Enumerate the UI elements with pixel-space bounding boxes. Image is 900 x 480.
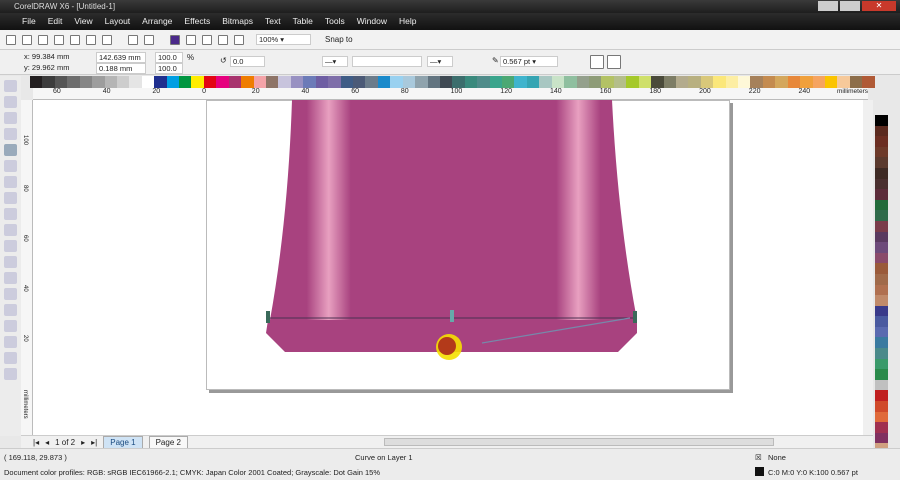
- page-navigator: |◂ ◂ 1 of 2 ▸ ▸| Page 1 Page 2: [21, 435, 873, 449]
- node-handle-mid[interactable]: [450, 310, 454, 322]
- color-swatch[interactable]: [875, 220, 888, 232]
- vertical-color-palette[interactable]: [873, 115, 900, 454]
- color-profiles[interactable]: Document color profiles: RGB: sRGB IEC61…: [4, 468, 380, 477]
- color-swatch[interactable]: [875, 358, 888, 370]
- color-swatch[interactable]: [875, 316, 888, 327]
- color-swatch[interactable]: [875, 379, 888, 391]
- color-swatch[interactable]: [875, 273, 888, 285]
- cursor-coordinates: ( 169.118, 29.873 ): [4, 453, 67, 462]
- color-swatch[interactable]: [875, 210, 888, 221]
- color-swatch[interactable]: [875, 390, 888, 402]
- color-swatch[interactable]: [875, 369, 888, 380]
- shape-layer: [266, 100, 637, 360]
- color-swatch[interactable]: [875, 305, 888, 317]
- outline-color-swatch: [755, 467, 764, 476]
- color-swatch[interactable]: [875, 146, 888, 158]
- color-swatch[interactable]: [875, 326, 888, 338]
- color-swatch[interactable]: [875, 432, 888, 444]
- color-swatch[interactable]: [875, 284, 888, 296]
- node-handle-right[interactable]: [633, 311, 637, 323]
- color-swatch[interactable]: [875, 422, 888, 433]
- color-swatch[interactable]: [875, 295, 888, 306]
- color-swatch[interactable]: [875, 242, 888, 253]
- color-swatch[interactable]: [875, 136, 888, 147]
- fill-status[interactable]: None: [768, 453, 786, 462]
- color-swatch[interactable]: [875, 252, 888, 264]
- color-swatch[interactable]: [875, 189, 888, 200]
- vertical-scrollbar[interactable]: [863, 100, 873, 435]
- color-swatch[interactable]: [875, 263, 888, 274]
- object-info: Curve on Layer 1: [355, 453, 413, 462]
- color-swatch[interactable]: [875, 401, 888, 412]
- prev-page-button[interactable]: ◂: [45, 438, 49, 447]
- vase-shape[interactable]: [270, 100, 637, 320]
- color-swatch[interactable]: [875, 231, 888, 243]
- page-counter: 1 of 2: [55, 437, 76, 447]
- outline-status[interactable]: C:0 M:0 Y:0 K:100 0.567 pt: [768, 468, 858, 477]
- no-fill-icon: ☒: [755, 453, 762, 462]
- last-page-button[interactable]: ▸|: [91, 438, 97, 447]
- first-page-button[interactable]: |◂: [33, 438, 39, 447]
- color-swatch[interactable]: [875, 157, 888, 168]
- color-swatch[interactable]: [875, 167, 888, 179]
- color-swatch[interactable]: [875, 337, 888, 349]
- node-handle-left[interactable]: [266, 311, 270, 323]
- tab-page-1[interactable]: Page 1: [103, 435, 143, 449]
- color-swatch[interactable]: [875, 411, 888, 423]
- color-swatch[interactable]: [875, 199, 888, 211]
- status-bar: ( 169.118, 29.873 ) Curve on Layer 1 Doc…: [0, 448, 900, 480]
- tab-page-2[interactable]: Page 2: [148, 435, 188, 449]
- color-swatch[interactable]: [875, 115, 888, 126]
- color-swatch[interactable]: [875, 348, 888, 359]
- next-page-button[interactable]: ▸: [81, 438, 85, 447]
- horizontal-scrollbar[interactable]: [383, 438, 774, 446]
- cursor-highlight-inner: [438, 337, 456, 355]
- color-swatch[interactable]: [875, 178, 888, 190]
- color-swatch[interactable]: [875, 125, 888, 137]
